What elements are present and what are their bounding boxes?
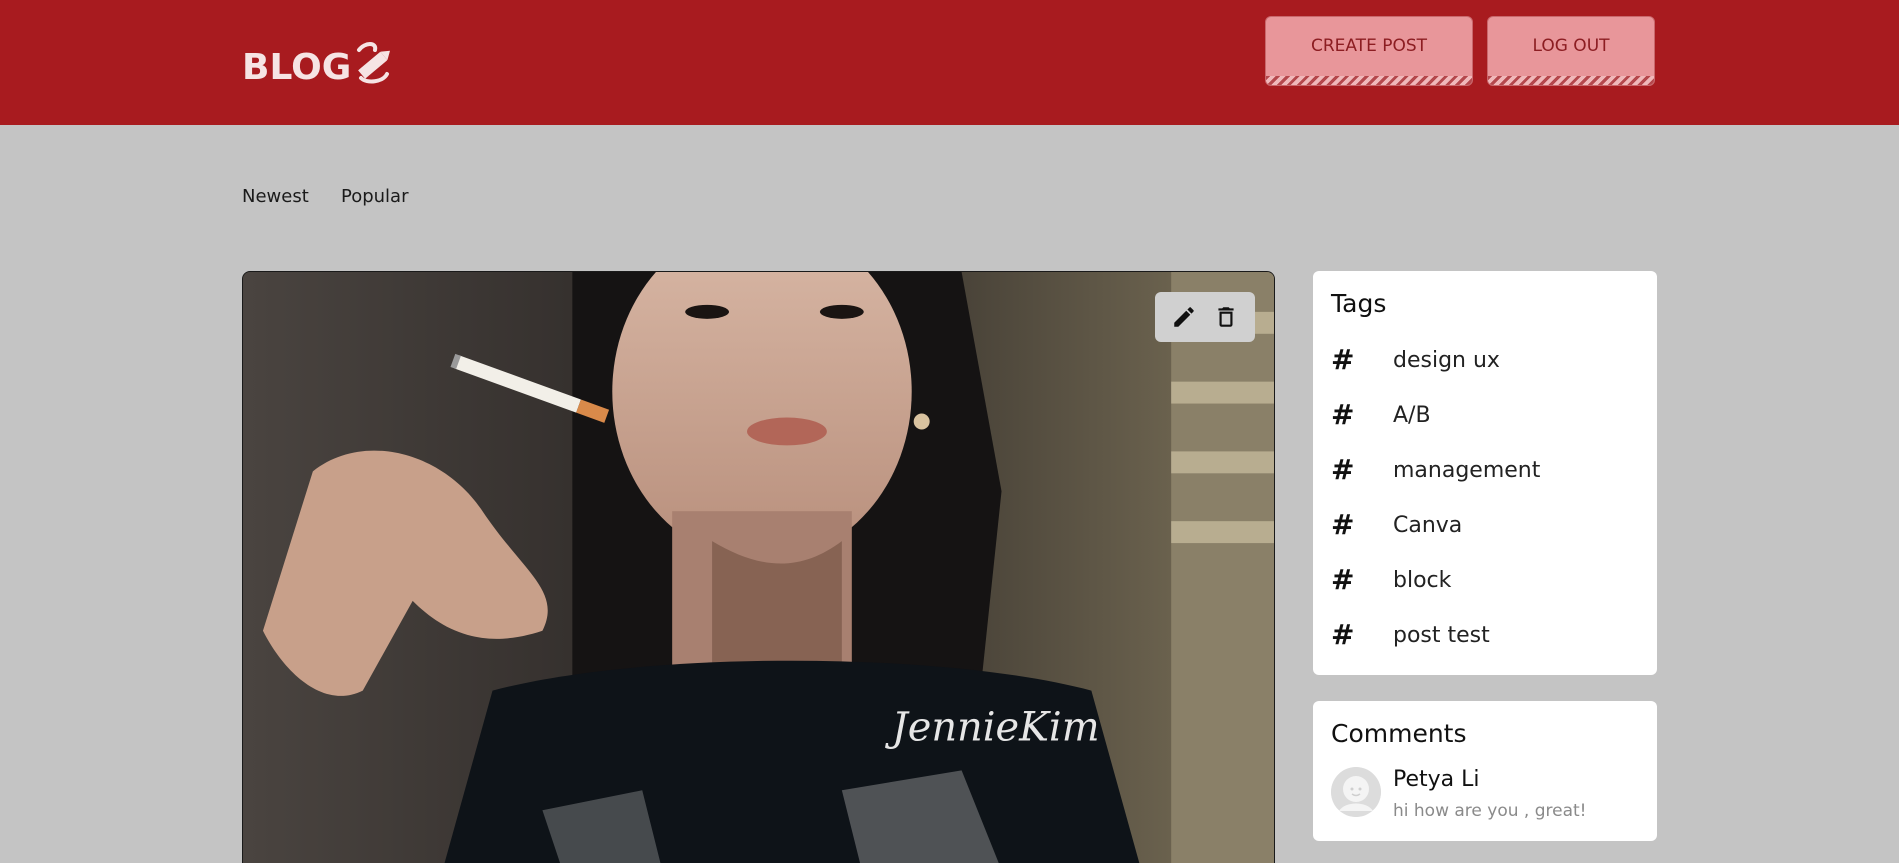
comment-author: Petya Li [1393, 767, 1480, 792]
logo-text: BLOG [242, 47, 352, 88]
pencil-logo-icon [357, 42, 391, 84]
delete-icon[interactable] [1211, 302, 1241, 332]
avatar[interactable] [1331, 767, 1381, 817]
create-post-label: CREATE POST [1310, 36, 1428, 56]
tag-item-block[interactable]: # block [1331, 560, 1451, 600]
hashtag-icon: # [1331, 343, 1355, 376]
comments-title: Comments [1331, 719, 1467, 748]
hashtag-icon: # [1331, 563, 1355, 596]
button-stripe [1488, 76, 1654, 85]
tab-newest[interactable]: Newest [242, 186, 309, 207]
logout-button[interactable]: LOG OUT [1487, 16, 1655, 86]
comment-text: hi how are you , great! [1393, 801, 1587, 821]
post-card[interactable]: JennieKim [242, 271, 1275, 863]
user-avatar-icon [1331, 767, 1381, 817]
button-stripe [1266, 76, 1472, 85]
tag-item-ab[interactable]: # A/B [1331, 395, 1431, 435]
tag-item-post-test[interactable]: # post test [1331, 615, 1490, 655]
tag-label: management [1393, 457, 1541, 483]
tag-label: design ux [1393, 347, 1500, 373]
tag-label: Canva [1393, 512, 1463, 538]
post-actions [1155, 292, 1255, 342]
logout-label: LOG OUT [1532, 36, 1610, 56]
tag-item-design-ux[interactable]: # design ux [1331, 340, 1500, 380]
tab-popular[interactable]: Popular [341, 186, 409, 207]
tag-item-canva[interactable]: # Canva [1331, 505, 1462, 545]
hashtag-icon: # [1331, 453, 1355, 486]
logo[interactable]: BLOG [242, 40, 395, 88]
post-image[interactable]: JennieKim [243, 272, 1274, 863]
shirt-text: JennieKim [885, 704, 1100, 750]
tag-label: post test [1393, 622, 1490, 648]
tag-label: block [1393, 567, 1452, 593]
hashtag-icon: # [1331, 618, 1355, 651]
hashtag-icon: # [1331, 508, 1355, 541]
header-bar: BLOG CREATE POST LOG OUT [0, 0, 1899, 125]
tag-item-management[interactable]: # management [1331, 450, 1540, 490]
comments-panel: Comments Petya Li hi how are you , great… [1313, 701, 1657, 841]
tags-title: Tags [1331, 289, 1387, 318]
hashtag-icon: # [1331, 398, 1355, 431]
tag-label: A/B [1393, 402, 1431, 428]
edit-icon[interactable] [1169, 302, 1199, 332]
create-post-button[interactable]: CREATE POST [1265, 16, 1473, 86]
